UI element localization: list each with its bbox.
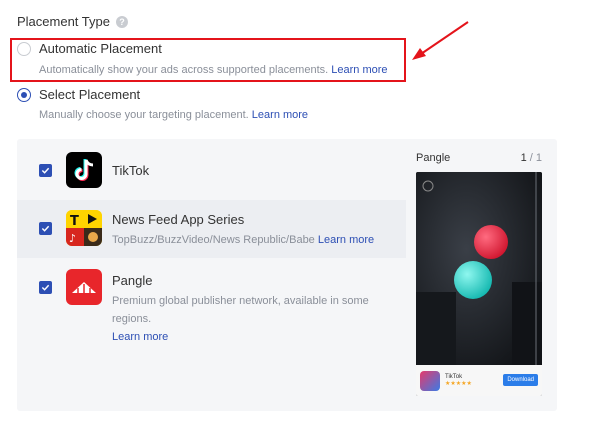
pangle-name: Pangle bbox=[112, 273, 153, 288]
automatic-description-text: Automatically show your ads across suppo… bbox=[39, 64, 329, 76]
pangle-learn-more-link[interactable]: Learn more bbox=[112, 331, 168, 343]
annotation-arrow-icon bbox=[412, 21, 469, 60]
ad-preview-phone: TikTok ★★★★★ Download bbox=[416, 172, 542, 396]
checkbox-pangle[interactable] bbox=[39, 281, 52, 294]
pager-total: 1 bbox=[535, 152, 542, 164]
ad-preview-bottom-bar: TikTok ★★★★★ Download bbox=[416, 365, 542, 396]
radio-select-placement[interactable]: Select Placement bbox=[17, 87, 140, 102]
select-description-text: Manually choose your targeting placement… bbox=[39, 109, 249, 121]
tiktok-logo-icon bbox=[66, 152, 102, 188]
question-circle-icon[interactable]: ? bbox=[115, 15, 128, 28]
preview-title: Pangle bbox=[416, 152, 451, 164]
pangle-text: Pangle Premium global publisher network,… bbox=[112, 273, 407, 346]
automatic-learn-more-link[interactable]: Learn more bbox=[331, 64, 387, 76]
ad-rating-stars: ★★★★★ bbox=[445, 380, 472, 387]
ad-preview-scene bbox=[416, 172, 542, 365]
preview-pager: 1 / 1 bbox=[521, 152, 542, 164]
placement-item-tiktok[interactable]: TikTok bbox=[17, 139, 406, 199]
preview-header: Pangle 1 / 1 bbox=[416, 152, 542, 164]
radio-automatic-placement[interactable]: Automatic Placement bbox=[17, 41, 162, 56]
select-placement-label: Select Placement bbox=[39, 87, 141, 102]
select-placement-description: Manually choose your targeting placement… bbox=[39, 109, 308, 121]
radio-button-automatic[interactable] bbox=[17, 41, 31, 56]
pager-current: 1 bbox=[520, 152, 527, 164]
ad-app-info: TikTok ★★★★★ bbox=[445, 374, 472, 388]
news-feed-text: News Feed App Series TopBuzz/BuzzVideo/N… bbox=[112, 212, 374, 249]
pager-separator: / bbox=[529, 152, 533, 164]
pangle-subtitle: Premium global publisher network, availa… bbox=[112, 292, 407, 346]
ad-download-button[interactable]: Download bbox=[503, 374, 538, 386]
tiktok-name: TikTok bbox=[112, 163, 150, 178]
radio-button-select[interactable] bbox=[17, 87, 31, 102]
tiktok-text: TikTok bbox=[112, 163, 149, 178]
news-feed-learn-more-link[interactable]: Learn more bbox=[318, 234, 374, 246]
ad-app-name: TikTok bbox=[445, 373, 463, 380]
placement-type-heading: Placement Type ? bbox=[17, 14, 128, 29]
placements-panel: TikTok T ♪ News Feed App Series TopBuzz/… bbox=[17, 139, 557, 411]
automatic-placement-description: Automatically show your ads across suppo… bbox=[39, 64, 388, 76]
checkbox-news-feed[interactable] bbox=[39, 222, 52, 235]
svg-text:♪: ♪ bbox=[69, 232, 76, 245]
placement-type-title: Placement Type bbox=[17, 14, 110, 29]
news-feed-name: News Feed App Series bbox=[112, 212, 245, 227]
select-learn-more-link[interactable]: Learn more bbox=[252, 109, 308, 121]
pangle-logo-icon bbox=[66, 269, 102, 305]
news-feed-subtitle: TopBuzz/BuzzVideo/News Republic/Babe Lea… bbox=[112, 231, 374, 249]
automatic-placement-label: Automatic Placement bbox=[39, 41, 162, 56]
news-feed-logo-icon: T ♪ bbox=[66, 210, 102, 246]
checkbox-tiktok[interactable] bbox=[39, 164, 52, 177]
ad-app-icon bbox=[420, 370, 440, 391]
placement-item-pangle[interactable]: Pangle Premium global publisher network,… bbox=[17, 259, 406, 343]
pangle-subtitle-text: Premium global publisher network, availa… bbox=[112, 295, 369, 325]
news-feed-subtitle-text: TopBuzz/BuzzVideo/News Republic/Babe bbox=[112, 234, 315, 246]
placement-item-news-feed[interactable]: T ♪ News Feed App Series TopBuzz/BuzzVid… bbox=[17, 200, 406, 258]
svg-text:T: T bbox=[70, 214, 79, 229]
